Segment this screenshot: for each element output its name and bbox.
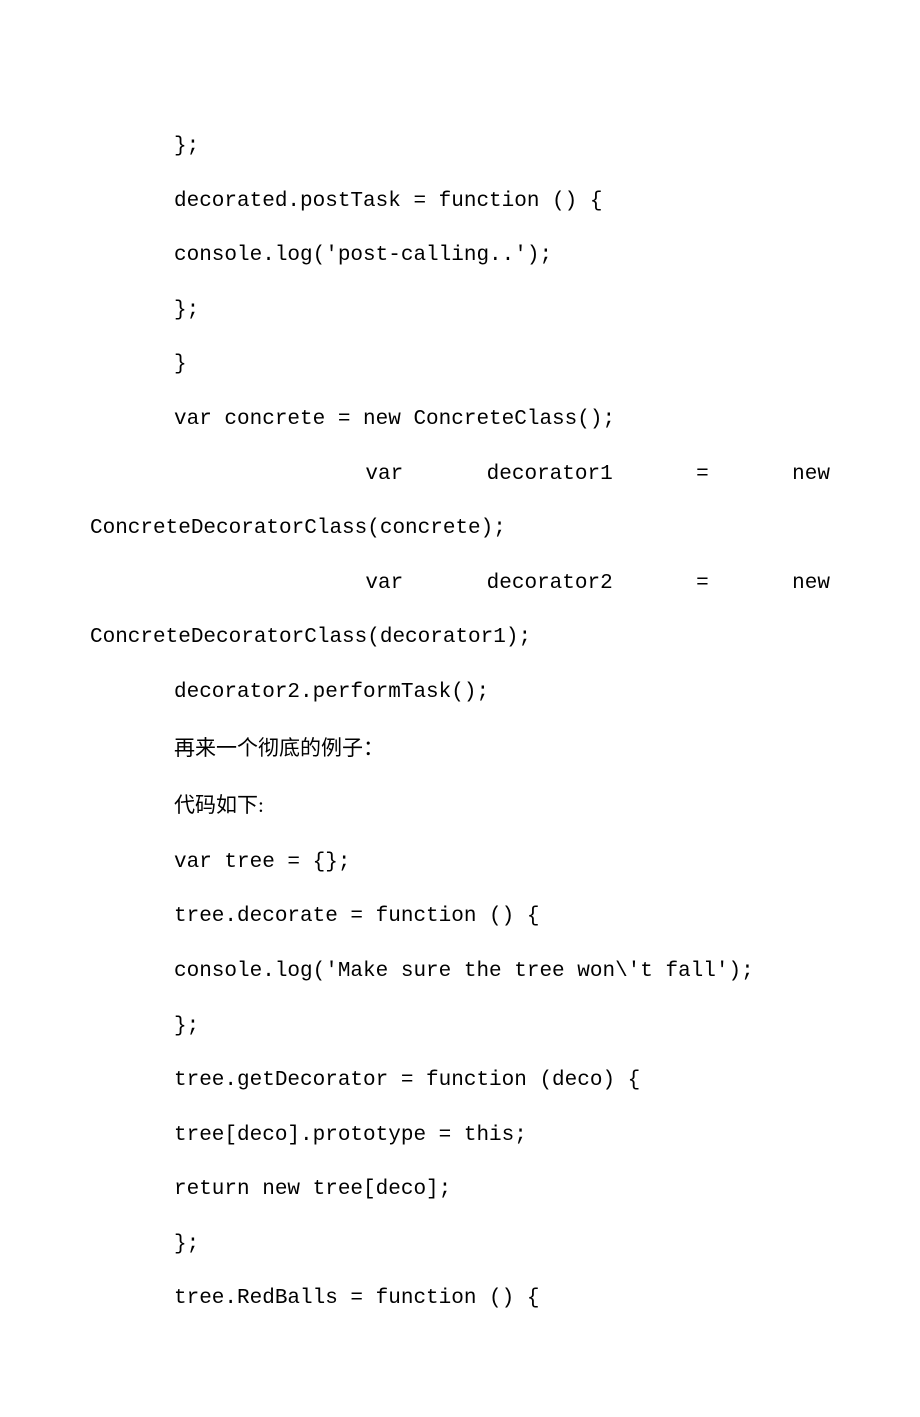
code-token: new [792, 557, 830, 612]
code-line: }; [90, 1218, 830, 1273]
code-token: decorator2 [487, 557, 613, 612]
code-line: console.log('Make sure the tree won\'t f… [90, 945, 830, 1000]
code-text: decorator2.performTask(); [174, 681, 489, 704]
code-line: 代码如下: [90, 778, 830, 836]
code-line: }; [90, 1000, 830, 1055]
code-line: return new tree[deco]; [90, 1163, 830, 1218]
code-line: ConcreteDecoratorClass(concrete); [90, 502, 830, 557]
code-text: 代码如下: [174, 793, 264, 817]
code-text: ConcreteDecoratorClass(concrete); [90, 517, 506, 540]
code-line: }; [90, 284, 830, 339]
code-line-justified: var decorator1 = new [90, 448, 830, 503]
code-text: tree.decorate = function () { [174, 905, 539, 928]
code-line: tree.RedBalls = function () { [90, 1272, 830, 1327]
code-text: tree.RedBalls = function () { [174, 1287, 539, 1310]
code-text: return new tree[deco]; [174, 1178, 451, 1201]
code-line: } [90, 338, 830, 393]
code-line: ConcreteDecoratorClass(decorator1); [90, 611, 830, 666]
code-text: } [174, 353, 187, 376]
code-line: tree[deco].prototype = this; [90, 1109, 830, 1164]
document-page: }; decorated.postTask = function () { co… [0, 0, 920, 1417]
code-text: decorated.postTask = function () { [174, 190, 602, 213]
code-text: 再来一个彻底的例子： [174, 736, 384, 760]
code-token: var [365, 448, 403, 503]
code-line: var tree = {}; [90, 836, 830, 891]
code-text: }; [174, 299, 199, 322]
code-token: = [696, 557, 709, 612]
code-line: 再来一个彻底的例子： [90, 721, 830, 779]
code-text: tree.getDecorator = function (deco) { [174, 1069, 640, 1092]
code-line-justified: var decorator2 = new [90, 557, 830, 612]
code-line: var concrete = new ConcreteClass(); [90, 393, 830, 448]
code-token: new [792, 448, 830, 503]
code-line: tree.decorate = function () { [90, 890, 830, 945]
code-line: decorated.postTask = function () { [90, 175, 830, 230]
code-text: ConcreteDecoratorClass(decorator1); [90, 626, 531, 649]
code-token: var [365, 557, 403, 612]
code-text: var concrete = new ConcreteClass(); [174, 408, 615, 431]
code-line: decorator2.performTask(); [90, 666, 830, 721]
code-text: }; [174, 135, 199, 158]
code-text: tree[deco].prototype = this; [174, 1124, 527, 1147]
code-text: }; [174, 1015, 199, 1038]
code-line: }; [90, 120, 830, 175]
code-token: = [696, 448, 709, 503]
code-line: tree.getDecorator = function (deco) { [90, 1054, 830, 1109]
code-text: var tree = {}; [174, 851, 350, 874]
code-text: console.log('post-calling..'); [174, 244, 552, 267]
code-text: }; [174, 1233, 199, 1256]
code-line: console.log('post-calling..'); [90, 229, 830, 284]
code-text: console.log('Make sure the tree won\'t f… [174, 960, 754, 983]
code-token: decorator1 [487, 448, 613, 503]
